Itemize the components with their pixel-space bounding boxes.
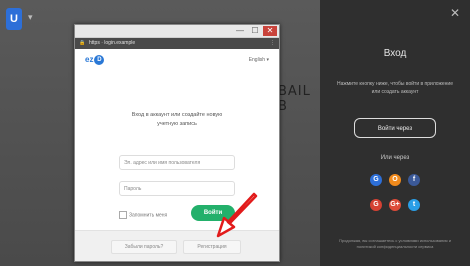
google-plus-icon[interactable]: G+ — [389, 199, 401, 211]
panel-title: Вход — [383, 48, 407, 59]
heading-line-2: учетную запись — [157, 121, 197, 127]
brand-logo: ez D — [85, 55, 105, 65]
dialog-heading: Вход в аккаунт или создайте новую учетну… — [105, 111, 249, 129]
panel-login-button[interactable]: Войти через — [354, 118, 436, 138]
lock-icon: 🔒 — [79, 40, 86, 46]
or-label: Или через — [380, 155, 410, 161]
minimize-icon[interactable]: — — [233, 26, 247, 36]
forgot-password-link[interactable]: Забыли пароль? — [111, 240, 177, 254]
more-icon[interactable]: ⋮ — [270, 38, 275, 49]
login-side-panel: ✕ Вход Нажмите кнопку ниже, чтобы войти … — [320, 0, 470, 266]
brand-text: ez — [85, 55, 94, 65]
red-arrow-annotation — [216, 192, 258, 238]
heading-line-1: Вход в аккаунт или создайте новую — [131, 112, 223, 118]
register-link[interactable]: Регистрация — [183, 240, 241, 254]
remember-label: Запомнить меня — [129, 212, 168, 219]
close-icon[interactable]: ✕ — [263, 26, 277, 36]
chevron-down-icon[interactable]: ▾ — [28, 12, 33, 23]
window-titlebar[interactable]: — ☐ ✕ — [75, 25, 279, 38]
maximize-icon[interactable]: ☐ — [248, 26, 262, 36]
google-icon[interactable]: G — [370, 199, 382, 211]
language-selector[interactable]: English ▾ — [249, 57, 269, 63]
remember-checkbox[interactable] — [119, 211, 127, 219]
address-url[interactable]: https · login.example — [89, 38, 135, 49]
social-icon[interactable]: G — [370, 174, 382, 186]
twitter-icon[interactable]: t — [408, 199, 420, 211]
social-row-2: G G+ t — [370, 199, 420, 211]
brand-mark-icon: D — [94, 55, 105, 65]
address-bar[interactable]: 🔒 https · login.example ⋮ — [75, 38, 279, 49]
remember-me[interactable]: Запомнить меня — [119, 211, 167, 219]
panel-description: Нажмите кнопку ниже, чтобы войти в прило… — [337, 81, 453, 95]
social-icon[interactable]: O — [389, 174, 401, 186]
social-row-1: G O f — [370, 174, 420, 186]
app-logo[interactable]: U — [6, 8, 22, 30]
panel-footer-text: Продолжая, вы соглашаетесь с условиями и… — [339, 238, 451, 249]
close-icon[interactable]: ✕ — [450, 6, 460, 20]
facebook-icon[interactable]: f — [408, 174, 420, 186]
background-heading: BAIL B — [278, 84, 311, 114]
email-field[interactable]: Эл. адрес или имя пользователя — [119, 155, 235, 170]
